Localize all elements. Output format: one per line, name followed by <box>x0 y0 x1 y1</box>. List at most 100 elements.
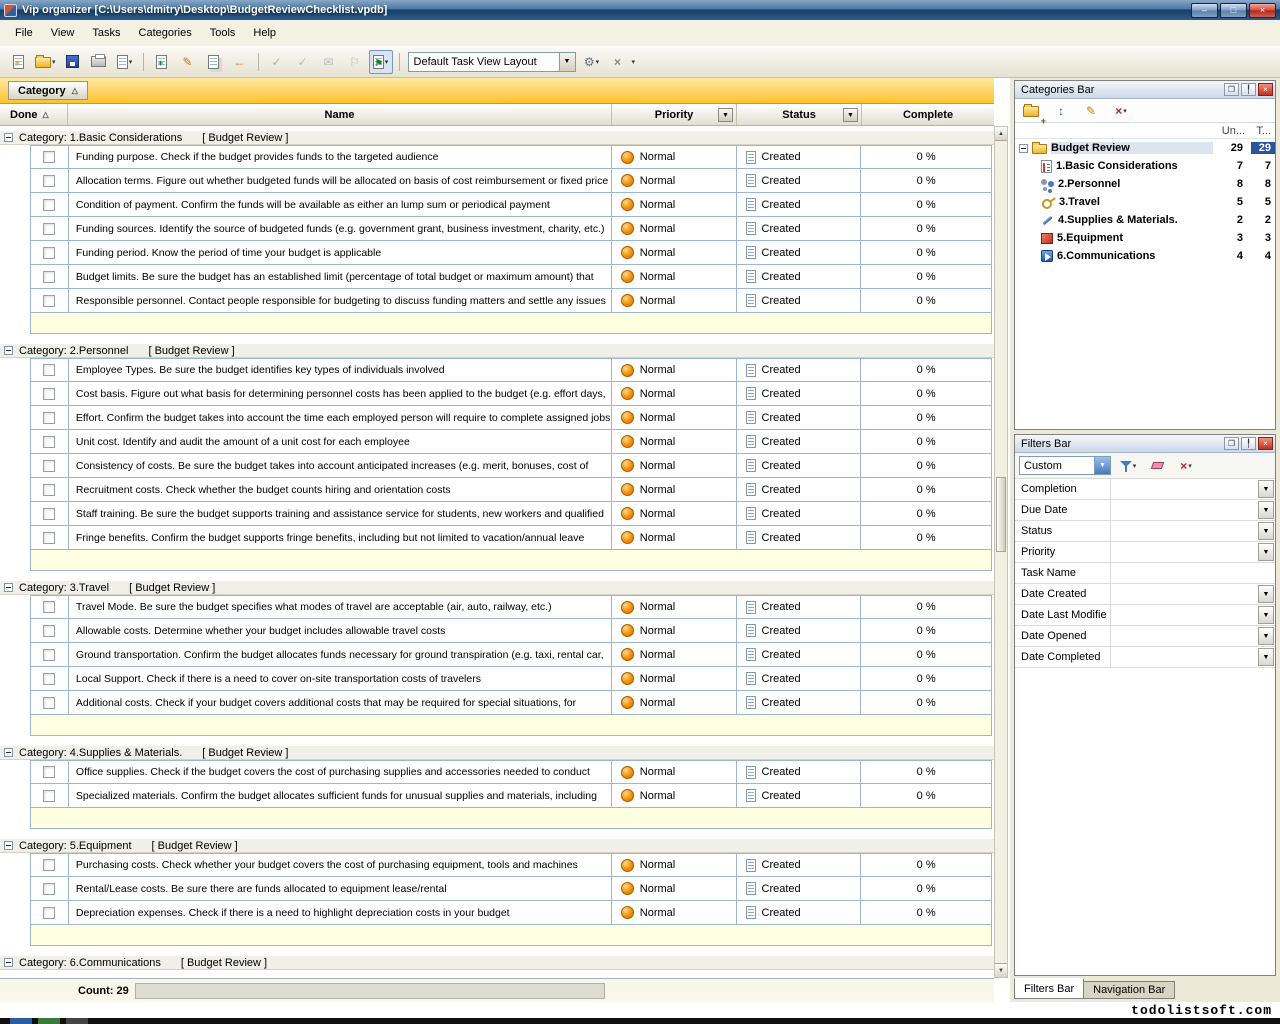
panel-pin-icon[interactable]: ╿ <box>1241 83 1256 96</box>
task-checkbox[interactable] <box>43 484 55 496</box>
task-checkbox[interactable] <box>43 151 55 163</box>
task-row[interactable]: Rental/Lease costs. Be sure there are fu… <box>30 877 992 901</box>
collapse-icon[interactable] <box>4 958 13 967</box>
filter-dropdown-icon[interactable]: ▼ <box>1258 648 1274 666</box>
task-checkbox[interactable] <box>43 460 55 472</box>
edit-task-button[interactable]: ✎ <box>176 50 200 74</box>
task-row[interactable]: Travel Mode. Be sure the budget specifie… <box>30 595 992 619</box>
task-row[interactable]: Allocation terms. Figure out whether bud… <box>30 169 992 193</box>
task-checkbox[interactable] <box>43 508 55 520</box>
filter-dropdown-icon[interactable]: ▼ <box>1258 606 1274 624</box>
task-row[interactable]: Funding sources. Identify the source of … <box>30 217 992 241</box>
collapse-icon[interactable] <box>4 748 13 757</box>
filter-value[interactable] <box>1111 542 1258 562</box>
task-row[interactable]: Employee Types. Be sure the budget ident… <box>30 358 992 382</box>
task-checkbox[interactable] <box>43 532 55 544</box>
task-checkbox[interactable] <box>43 790 55 802</box>
task-checkbox[interactable] <box>43 625 55 637</box>
filter-value[interactable] <box>1111 500 1258 520</box>
email-task-button[interactable]: ✉ <box>317 50 341 74</box>
print-button[interactable] <box>87 50 111 74</box>
task-checkbox[interactable] <box>43 364 55 376</box>
filter-value[interactable] <box>1111 479 1258 499</box>
panel-close-icon[interactable]: × <box>1258 83 1273 96</box>
collapse-icon[interactable] <box>1019 144 1028 153</box>
menu-tools[interactable]: Tools <box>201 23 245 43</box>
task-row[interactable]: Staff training. Be sure the budget suppo… <box>30 502 992 526</box>
task-row[interactable]: Fringe benefits. Confirm the budget supp… <box>30 526 992 550</box>
clear-filter-button[interactable] <box>1145 454 1169 478</box>
menu-view[interactable]: View <box>42 23 84 43</box>
collapse-icon[interactable] <box>4 346 13 355</box>
new-task-row[interactable] <box>30 925 992 946</box>
new-task-row[interactable] <box>30 715 992 736</box>
task-row[interactable]: Unit cost. Identify and audit the amount… <box>30 430 992 454</box>
task-row[interactable]: Effort. Confirm the budget takes into ac… <box>30 406 992 430</box>
task-row[interactable]: Ground transportation. Confirm the budge… <box>30 643 992 667</box>
delete-category-button[interactable]: ×▾ <box>1109 99 1133 123</box>
scroll-down-icon[interactable]: ▼ <box>995 963 1007 977</box>
arrange-categories-button[interactable]: ↕ <box>1049 99 1073 123</box>
layout-combo[interactable]: Default Task View Layout ▼ <box>408 52 576 72</box>
column-header-done[interactable]: Done △ <box>0 104 68 125</box>
task-row[interactable]: Additional costs. Check if your budget c… <box>30 691 992 715</box>
task-checkbox[interactable] <box>43 295 55 307</box>
task-row[interactable]: Funding purpose. Check if the budget pro… <box>30 145 992 169</box>
menu-help[interactable]: Help <box>244 23 285 43</box>
group-header[interactable]: Category: 4.Supplies & Materials.[ Budge… <box>0 745 994 760</box>
task-row[interactable]: Depreciation expenses. Check if there is… <box>30 901 992 925</box>
task-row[interactable]: Specialized materials. Confirm the budge… <box>30 784 992 808</box>
filter-preset-combo[interactable]: Custom ▼ <box>1019 456 1111 475</box>
filter-dropdown-icon[interactable]: ▼ <box>1258 585 1274 603</box>
category-row[interactable]: 2.Personnel88 <box>1015 175 1275 193</box>
filter-dropdown-icon[interactable]: ▼ <box>1258 543 1274 561</box>
scrollbar-thumb[interactable] <box>996 477 1006 552</box>
filter-value[interactable] <box>1111 521 1258 541</box>
add-category-button[interactable]: + <box>1019 99 1043 123</box>
column-header-name[interactable]: Name <box>68 104 612 125</box>
filter-value[interactable] <box>1111 647 1258 667</box>
task-row[interactable]: Funding period. Know the period of time … <box>30 241 992 265</box>
uncompleted-column-header[interactable]: Un... <box>1219 125 1249 137</box>
toolbar-overflow-icon[interactable]: ▾ <box>632 58 636 66</box>
group-by-category-button[interactable]: Category △ <box>8 81 88 100</box>
menu-tasks[interactable]: Tasks <box>83 23 129 43</box>
scroll-up-icon[interactable]: ▲ <box>995 127 1007 141</box>
filter-dropdown-icon[interactable]: ▼ <box>1258 480 1274 498</box>
task-row[interactable]: Allowable costs. Determine whether your … <box>30 619 992 643</box>
group-header[interactable]: Category: 1.Basic Considerations[ Budget… <box>0 130 994 145</box>
task-checkbox[interactable] <box>43 859 55 871</box>
panel-restore-icon[interactable]: ❐ <box>1224 83 1239 96</box>
category-row[interactable]: 6.Communications44 <box>1015 247 1275 265</box>
flag-task-button[interactable]: ⚐ <box>343 50 367 74</box>
task-row[interactable]: Consistency of costs. Be sure the budget… <box>30 454 992 478</box>
task-row[interactable]: Responsible personnel. Contact people re… <box>30 289 992 313</box>
task-checkbox[interactable] <box>43 271 55 283</box>
group-header[interactable]: Category: 2.Personnel[ Budget Review ] <box>0 343 994 358</box>
filter-dropdown-icon[interactable]: ▼ <box>1258 627 1274 645</box>
delete-filter-button[interactable]: ×▾ <box>1174 454 1198 478</box>
undo-button[interactable]: ← <box>228 50 252 74</box>
task-row[interactable]: Recruitment costs. Check whether the bud… <box>30 478 992 502</box>
panel-pin-icon[interactable]: ╿ <box>1241 437 1256 450</box>
category-row[interactable]: 3.Travel55 <box>1015 193 1275 211</box>
priority-filter-dropdown[interactable]: ▼ <box>718 108 733 122</box>
task-row[interactable]: Budget limits. Be sure the budget has an… <box>30 265 992 289</box>
maximize-button[interactable]: □ <box>1220 3 1247 18</box>
task-checkbox[interactable] <box>43 412 55 424</box>
task-row[interactable]: Office supplies. Check if the budget cov… <box>30 760 992 784</box>
group-header[interactable]: Category: 5.Equipment[ Budget Review ] <box>0 838 994 853</box>
task-checkbox[interactable] <box>43 223 55 235</box>
task-checkbox[interactable] <box>43 766 55 778</box>
task-checkbox[interactable] <box>43 649 55 661</box>
task-checkbox[interactable] <box>43 388 55 400</box>
task-checkbox[interactable] <box>43 907 55 919</box>
uncomplete-task-button[interactable]: ✓ <box>291 50 315 74</box>
filter-dropdown-icon[interactable]: ▼ <box>1258 522 1274 540</box>
column-header-complete[interactable]: Complete <box>862 104 994 125</box>
layout-settings-button[interactable]: ⚙▾ <box>580 50 604 74</box>
column-header-status[interactable]: Status ▼ <box>737 104 862 125</box>
column-header-priority[interactable]: Priority ▼ <box>612 104 737 125</box>
task-row[interactable]: Condition of payment. Confirm the funds … <box>30 193 992 217</box>
panel-close-icon[interactable]: × <box>1258 437 1273 450</box>
